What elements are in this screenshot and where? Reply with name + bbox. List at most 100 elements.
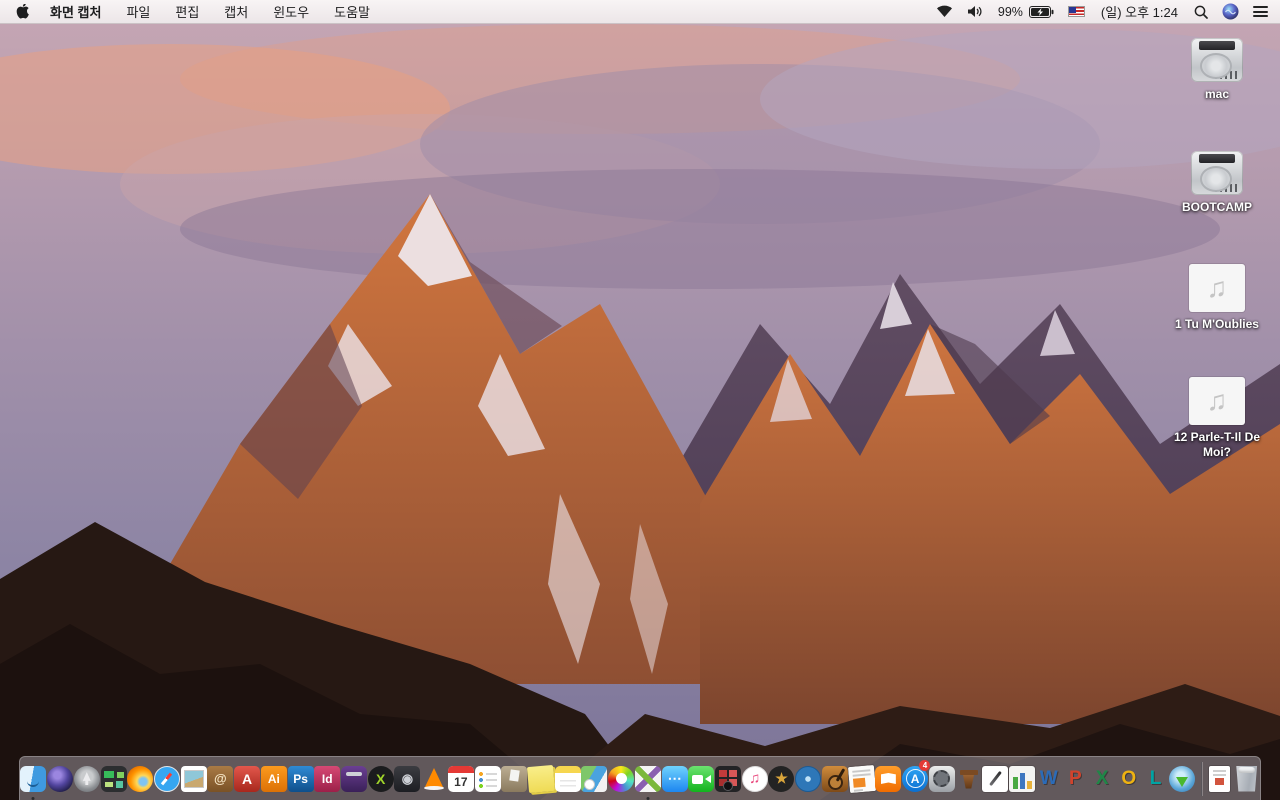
desktop-icon-column: mac BOOTCAMP ♫ 1 Tu M'Oublies ♫ 12 Parle-T-Il… xyxy=(1162,38,1272,490)
downloader-app-icon xyxy=(1169,765,1196,792)
dock-xee-icon[interactable]: X xyxy=(367,762,394,796)
sysprefs-app-icon xyxy=(928,765,955,792)
cards-app-icon xyxy=(581,765,608,792)
dock-messages-icon[interactable]: ⋯ xyxy=(661,762,688,796)
firefox-app-icon xyxy=(127,765,154,792)
menu-bar: 화면 캡처 파일 편집 캡처 윈도우 도움말 99% (일) 오후 1:24 xyxy=(0,0,1280,24)
illustrator-app-icon: Ai xyxy=(260,765,287,792)
dock-idvd-icon[interactable] xyxy=(795,762,822,796)
wallpaper-image xyxy=(0,24,1280,800)
safari-app-icon xyxy=(153,765,180,792)
dock-photobooth-icon[interactable] xyxy=(715,762,742,796)
dock-trash-icon[interactable] xyxy=(1233,762,1260,796)
dock-acrobat-icon[interactable]: A xyxy=(234,762,261,796)
dock-outlook-icon[interactable]: O xyxy=(1115,762,1142,796)
dock-cards-icon[interactable] xyxy=(581,762,608,796)
dock-contacts-icon[interactable]: @ xyxy=(207,762,234,796)
imovie-app-icon: ★ xyxy=(768,765,795,792)
spotlight-search-icon[interactable] xyxy=(1194,5,1208,19)
audio-file-icon: ♫ xyxy=(1189,264,1245,312)
dock-vlc-icon[interactable] xyxy=(421,762,448,796)
notification-center-icon[interactable] xyxy=(1253,6,1268,17)
volume-icon[interactable] xyxy=(967,5,984,18)
menu-capture[interactable]: 캡처 xyxy=(224,2,248,21)
dock-numbers-icon[interactable] xyxy=(1008,762,1036,796)
dock-keynote-icon[interactable] xyxy=(955,762,982,796)
menu-edit[interactable]: 편집 xyxy=(175,2,199,21)
active-app-name[interactable]: 화면 캡처 xyxy=(50,2,101,21)
dock-notes-icon[interactable] xyxy=(554,762,581,796)
desktop-icon-audio-parle-t-il-de-moi[interactable]: ♫ 12 Parle-T-Il De Moi? xyxy=(1162,377,1272,490)
photoshop-app-icon: Ps xyxy=(287,765,314,792)
dock-photoshop-icon[interactable]: Ps xyxy=(287,762,314,796)
menu-file[interactable]: 파일 xyxy=(126,2,150,21)
dock-finder-icon[interactable] xyxy=(20,762,47,800)
dock-pages-icon[interactable] xyxy=(982,762,1009,796)
itunes-app-icon: ♫ xyxy=(741,765,768,792)
dock-sysprefs-icon[interactable] xyxy=(928,762,955,796)
dock-siri-icon[interactable] xyxy=(47,762,74,796)
apple-logo-icon[interactable] xyxy=(16,3,30,20)
battery-percent-label: 99% xyxy=(997,4,1023,19)
notes-app-icon xyxy=(554,765,581,792)
desktop-surface[interactable]: 화면 캡처 파일 편집 캡처 윈도우 도움말 99% (일) 오후 1:24 m… xyxy=(0,0,1280,800)
dock-word-icon[interactable]: W xyxy=(1035,762,1062,796)
dock-unarchiver-icon[interactable] xyxy=(634,762,662,800)
dock-firefox-icon[interactable] xyxy=(127,762,154,796)
menu-window[interactable]: 윈도우 xyxy=(273,2,309,21)
desktop-icon-label: 12 Parle-T-Il De Moi? xyxy=(1173,430,1261,459)
dock-newsletter-icon[interactable] xyxy=(847,762,876,796)
running-indicator xyxy=(31,796,35,800)
dock-preview-icon[interactable] xyxy=(180,762,207,796)
dock-toast-icon[interactable] xyxy=(340,762,368,796)
excel-app-icon: X xyxy=(1095,767,1109,789)
dock-appstore-icon[interactable]: A4 xyxy=(902,759,931,796)
siri-icon[interactable] xyxy=(1222,3,1239,20)
dock-lync-icon[interactable]: L xyxy=(1142,762,1169,796)
dock-mission-icon[interactable] xyxy=(100,762,127,796)
menu-bar-clock[interactable]: (일) 오후 1:24 xyxy=(1101,2,1178,21)
dock-powerpoint-icon[interactable]: P xyxy=(1062,762,1089,796)
desktop-icon-label: mac xyxy=(1204,87,1230,101)
notification-badge: 4 xyxy=(919,759,931,771)
dock-photos-icon[interactable] xyxy=(608,762,635,796)
menu-help[interactable]: 도움말 xyxy=(334,2,370,21)
indesign-app-icon: Id xyxy=(314,765,341,792)
dock-imovie-icon[interactable]: ★ xyxy=(768,762,795,796)
dock-facetime-icon[interactable] xyxy=(688,762,715,796)
finder-app-icon xyxy=(20,765,47,792)
stickies-app-icon xyxy=(526,764,556,793)
document-app-icon xyxy=(1209,765,1231,792)
battery-charging-icon[interactable] xyxy=(1028,5,1054,18)
dock-excel-icon[interactable]: X xyxy=(1089,762,1116,796)
desktop-icon-disk-bootcamp[interactable]: BOOTCAMP xyxy=(1162,151,1272,264)
trash-app-icon xyxy=(1236,766,1258,792)
dock-calendar-icon[interactable]: 17 xyxy=(447,762,474,796)
dock-safari-icon[interactable] xyxy=(153,762,181,796)
us-flag-input-icon[interactable] xyxy=(1067,6,1085,17)
dock-reminders-icon[interactable] xyxy=(474,762,501,796)
mission-app-icon xyxy=(100,765,127,792)
numbers-app-icon xyxy=(1008,765,1035,792)
dock-downloader-icon[interactable] xyxy=(1169,762,1196,796)
desktop-icon-audio-tu-moublies[interactable]: ♫ 1 Tu M'Oublies xyxy=(1162,264,1272,377)
desktop-icon-label: BOOTCAMP xyxy=(1182,200,1252,214)
calendar-app-icon: 17 xyxy=(447,765,474,792)
dock-appcleaner-icon[interactable] xyxy=(501,762,528,796)
appcleaner-app-icon xyxy=(501,765,528,792)
desktop-icon-disk-mac[interactable]: mac xyxy=(1162,38,1272,151)
dock-launchpad-icon[interactable] xyxy=(73,762,100,796)
dock-disktool-icon[interactable]: ◉ xyxy=(394,762,421,796)
pages-app-icon xyxy=(982,765,1009,792)
wifi-icon[interactable] xyxy=(936,5,953,18)
dock-stickies-icon[interactable] xyxy=(526,762,556,796)
hard-disk-icon xyxy=(1191,151,1243,195)
dock-garageband-icon[interactable] xyxy=(821,762,849,796)
dock-illustrator-icon[interactable]: Ai xyxy=(260,762,287,796)
dock-ibooks-icon[interactable] xyxy=(875,762,902,796)
dock-document-icon[interactable] xyxy=(1207,762,1234,796)
messages-app-icon: ⋯ xyxy=(661,765,688,792)
dock-indesign-icon[interactable]: Id xyxy=(314,762,341,796)
disktool-app-icon: ◉ xyxy=(394,765,421,792)
dock-itunes-icon[interactable]: ♫ xyxy=(741,762,768,796)
